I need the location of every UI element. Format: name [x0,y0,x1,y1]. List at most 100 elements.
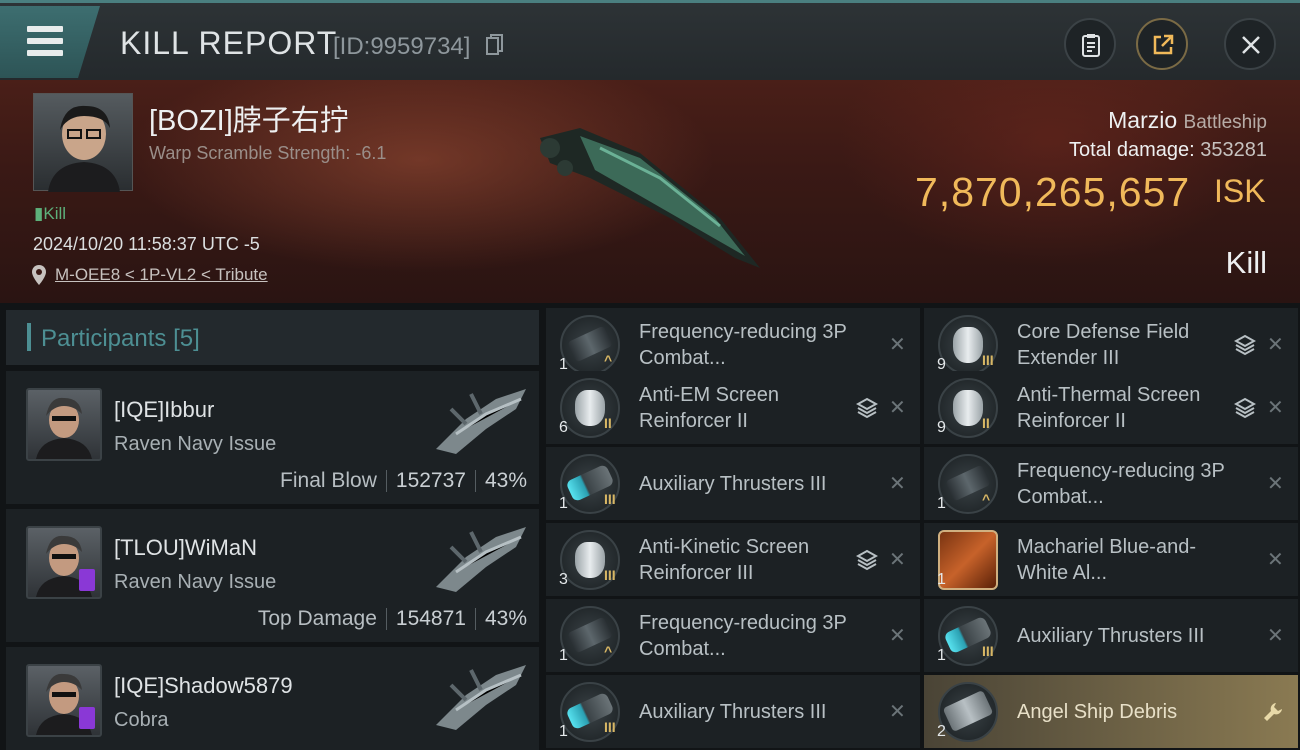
item-quantity: 3 [559,571,568,588]
share-icon [1153,34,1174,55]
victim-name[interactable]: [BOZI]脖子右拧 [149,97,349,139]
dropped-item[interactable]: 3 III Anti-Kinetic Screen Reinforcer III… [546,523,920,596]
stack-icon [856,549,878,571]
victim-avatar[interactable] [33,93,133,192]
participant-damage: 154871 [395,607,466,630]
copy-icon[interactable] [486,34,504,56]
page-title: KILL REPORT [120,25,338,61]
participants-count: [5] [173,325,200,352]
shield-icon-glyph [575,390,605,426]
kill-datetime: 2024/10/20 11:58:37 UTC -5 [33,234,260,254]
dropped-item[interactable]: 1 Machariel Blue-and-White Al... ✕ [924,523,1298,596]
wrench-icon[interactable] [1262,701,1284,723]
stack-icon [1234,397,1256,419]
dropped-item[interactable]: 9 II Anti-Thermal Screen Reinforcer II ✕ [924,371,1298,444]
item-name: Frequency-reducing 3P Combat... [1017,459,1225,508]
victim-ship: Marzio Battleship [1108,107,1267,134]
shield-icon-glyph [575,542,605,578]
isk-value: 7,870,265,657 [915,169,1191,215]
destroyed-x-icon: ✕ [1267,473,1284,495]
participant-name[interactable]: [TLOU]WiMaN [114,535,257,561]
item-name: Anti-Thermal Screen Reinforcer II [1017,383,1201,432]
participant-stats: Top Damage 154871 43% [258,607,527,631]
participant-card[interactable]: [IQE]Shadow5879 Cobra [6,647,539,750]
item-meta-level: III [982,352,994,368]
participant-damage-percent: 43% [484,469,527,492]
dropped-item[interactable]: 1 ^ Frequency-reducing 3P Combat... ✕ [924,447,1298,520]
item-name: Anti-EM Screen Reinforcer II [639,383,780,432]
item-name: Auxiliary Thrusters III [1017,624,1205,647]
ship-name: Marzio [1108,107,1178,133]
close-button[interactable] [1224,18,1276,70]
destroyed-x-icon: ✕ [889,334,906,356]
dropped-item[interactable]: 1 III Auxiliary Thrusters III ✕ [546,675,920,748]
ship-image [436,389,526,454]
participant-avatar[interactable] [26,388,102,461]
ship-class: Battleship [1183,112,1267,133]
location-pin-icon [32,265,46,285]
destroyed-x-icon: ✕ [1267,549,1284,571]
item-quantity: 1 [937,495,946,512]
corp-badge [79,569,95,591]
participants-label: Participants [41,325,167,352]
participant-name[interactable]: [IQE]Shadow5879 [114,673,293,699]
hamburger-icon [27,26,63,32]
item-meta-level: III [982,643,994,659]
menu-button[interactable] [0,6,100,78]
kill-summary-banner: [BOZI]脖子右拧 Warp Scramble Strength: -6.1 … [0,80,1300,303]
total-damage-value: 353281 [1200,139,1267,161]
divider [385,470,387,493]
item-meta-level: III [604,491,616,507]
item-meta-level: III [604,567,616,583]
close-icon [1242,36,1260,54]
item-meta-level: ^ [604,352,613,368]
ship-image [436,527,526,592]
ship-image [436,665,526,730]
dropped-item[interactable]: 1 ^ Frequency-reducing 3P Combat... ✕ [546,599,920,672]
item-quantity: 9 [937,419,946,436]
participant-card[interactable]: [TLOU]WiMaN Raven Navy Issue Top Damage 1… [6,509,539,642]
dropped-item[interactable]: 2 Angel Ship Debris [924,675,1298,748]
section-accent [27,323,31,351]
item-quantity: 6 [559,419,568,436]
corp-badge [79,707,95,729]
participant-name[interactable]: [IQE]Ibbur [114,397,214,423]
destroyed-x-icon: ✕ [889,701,906,723]
dropped-item[interactable]: 1 III Auxiliary Thrusters III ✕ [546,447,920,520]
clipboard-icon [1082,34,1100,57]
dropped-item[interactable]: 6 II Anti-EM Screen Reinforcer II ✕ [546,371,920,444]
item-quantity: 1 [559,495,568,512]
shield-icon-glyph [953,390,983,426]
destroyed-x-icon: ✕ [1267,625,1284,647]
item-meta-level: III [604,719,616,735]
participant-role: Final Blow [280,469,377,492]
debris-icon [938,682,998,742]
total-damage: Total damage: 353281 [1069,139,1267,162]
destroyed-x-icon: ✕ [1267,334,1284,356]
clipboard-button[interactable] [1064,18,1116,70]
item-name: Machariel Blue-and-White Al... [1017,535,1196,584]
item-name: Auxiliary Thrusters III [639,700,827,723]
share-button[interactable] [1136,18,1188,70]
participants-header[interactable]: Participants [5] [6,310,539,365]
participant-card[interactable]: [IQE]Ibbur Raven Navy Issue Final Blow 15… [6,371,539,504]
participant-damage-percent: 43% [484,607,527,630]
location-link[interactable]: M-OEE8 < 1P-VL2 < Tribute [55,265,268,285]
pilot-portrait-icon [48,105,120,192]
participant-role: Top Damage [257,607,377,630]
top-bar: KILL REPORT [ID:9959734] [0,0,1300,80]
item-quantity: 2 [937,723,946,740]
item-quantity: 1 [559,723,568,740]
item-meta-level: II [604,415,612,431]
participant-ship: Raven Navy Issue [114,433,277,455]
participant-ship: Cobra [114,709,169,731]
blueprint-icon [938,530,998,590]
shield-icon-glyph [953,327,983,363]
participants-title: Participants [5] [41,325,200,353]
item-name: Auxiliary Thrusters III [639,472,827,495]
item-name: Angel Ship Debris [1017,700,1178,723]
warp-scramble-strength: Warp Scramble Strength: -6.1 [149,143,387,163]
dropped-item[interactable]: 1 III Auxiliary Thrusters III ✕ [924,599,1298,672]
kill-tag: ▮Kill [34,204,67,223]
divider [385,608,387,631]
